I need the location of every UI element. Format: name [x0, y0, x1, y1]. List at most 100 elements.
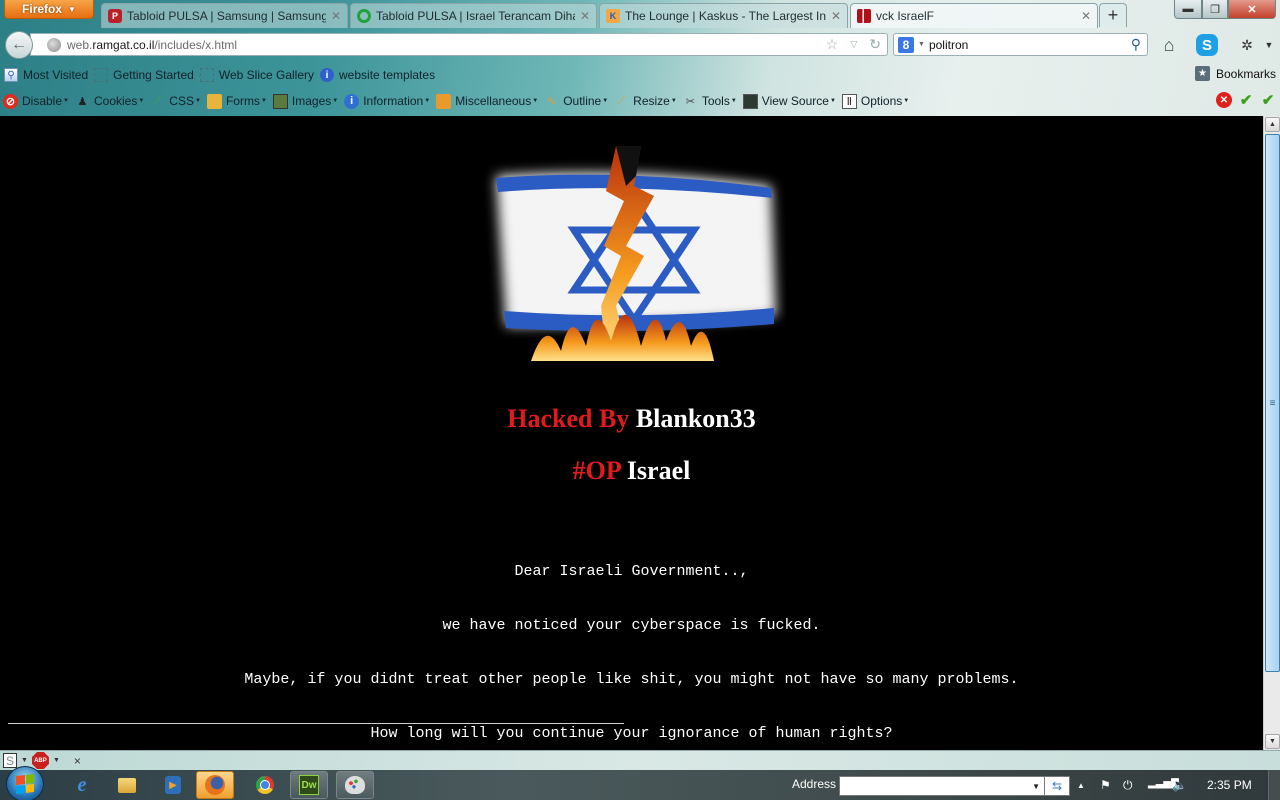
- taskbar-windows-explorer[interactable]: [108, 771, 146, 799]
- dev-menu-label: Information: [363, 94, 424, 108]
- firefox-menu-button[interactable]: Firefox ▼: [4, 0, 94, 19]
- s-addon-icon[interactable]: S: [3, 753, 17, 768]
- taskbar-chrome[interactable]: [246, 771, 284, 799]
- bookmark-most-visited[interactable]: ⚲ Most Visited: [4, 68, 88, 82]
- system-clock[interactable]: 2:35 PM: [1207, 778, 1252, 792]
- dev-menu-outline[interactable]: ✎ Outline ▼: [544, 94, 608, 109]
- scroll-down-button[interactable]: ▼: [1265, 734, 1280, 749]
- tab-tabloid-israel[interactable]: Tabloid PULSA | Israel Terancam Diha... …: [350, 3, 597, 28]
- close-tab-icon[interactable]: ✕: [831, 9, 841, 23]
- dreamweaver-icon: Dw: [299, 775, 319, 795]
- scroll-thumb[interactable]: ≡: [1265, 134, 1280, 672]
- extension-bug-icon[interactable]: ✲: [1236, 34, 1258, 56]
- dev-menu-disable[interactable]: ⊘ Disable ▼: [3, 93, 69, 109]
- engine-dropdown-icon[interactable]: ▼: [918, 41, 925, 48]
- search-input[interactable]: [928, 37, 1127, 52]
- bookmarks-menu-button[interactable]: ★ Bookmarks: [1194, 66, 1276, 81]
- history-dropdown-icon[interactable]: ▽: [850, 39, 857, 50]
- css-wand-icon: ⟋: [153, 94, 162, 107]
- dev-menu-miscellaneous[interactable]: Miscellaneous ▼: [436, 93, 538, 109]
- bookmark-web-slice-gallery[interactable]: Web Slice Gallery: [199, 68, 314, 82]
- close-tab-icon[interactable]: ✕: [1081, 9, 1091, 23]
- minimize-button[interactable]: ▬: [1174, 0, 1202, 19]
- address-toolbar-field[interactable]: ▼: [839, 776, 1045, 796]
- skype-icon[interactable]: S: [1196, 34, 1218, 56]
- taskbar-paint[interactable]: [336, 771, 374, 799]
- chevron-up-icon: ▲: [1269, 121, 1276, 128]
- chevron-down-icon[interactable]: ▼: [21, 757, 28, 764]
- chevron-down-icon: ▼: [829, 98, 836, 104]
- dev-menu-cookies[interactable]: ♟ Cookies ▼: [75, 94, 145, 109]
- dev-menu-options[interactable]: Ⅱ Options ▼: [841, 93, 909, 109]
- address-input[interactable]: [842, 778, 1022, 794]
- restore-button[interactable]: ❐: [1202, 0, 1228, 19]
- google-icon[interactable]: 8: [898, 36, 914, 53]
- tab-tabloid-samsung[interactable]: P Tabloid PULSA | Samsung | Samsung,... …: [101, 3, 348, 28]
- check-icon[interactable]: ✔: [1260, 92, 1276, 109]
- start-button[interactable]: [6, 766, 44, 800]
- search-bar[interactable]: 8 ▼ ⚲: [893, 33, 1148, 56]
- address-toolbar-label: Address: [792, 777, 837, 791]
- chevron-down-icon[interactable]: ▼: [1032, 782, 1040, 791]
- paint-palette-icon: [345, 776, 365, 794]
- close-tab-icon[interactable]: ✕: [580, 9, 590, 23]
- close-tab-icon[interactable]: ✕: [331, 9, 341, 23]
- dev-menu-label: Miscellaneous: [455, 94, 532, 108]
- dev-menu-view-source[interactable]: View Source ▼: [742, 93, 836, 109]
- site-identity-globe-icon[interactable]: [47, 37, 61, 52]
- reload-icon[interactable]: ↻: [869, 36, 881, 53]
- dev-menu-resize[interactable]: ⟋ Resize ▼: [614, 94, 677, 109]
- address-go-button[interactable]: ⇆: [1045, 776, 1070, 796]
- dev-menu-label: View Source: [761, 94, 829, 108]
- bookmark-getting-started[interactable]: Getting Started: [94, 68, 194, 82]
- chevron-down-icon: ▼: [424, 98, 431, 104]
- taskbar-firefox[interactable]: [196, 771, 234, 799]
- forms-clipboard-icon: [206, 93, 222, 109]
- tab-vck-israel[interactable]: vck IsraelF ✕: [850, 3, 1098, 28]
- grip-icon: ≡: [1269, 397, 1276, 409]
- dev-menu-information[interactable]: i Information ▼: [344, 93, 431, 109]
- cookie-icon: ♟: [77, 95, 88, 108]
- bookmark-label: website templates: [339, 68, 436, 82]
- message-line: How long will you continue your ignoranc…: [370, 725, 893, 742]
- dev-menu-tools[interactable]: ✂ Tools ▼: [683, 94, 737, 109]
- show-desktop-button[interactable]: [1268, 770, 1280, 800]
- dev-menu-css[interactable]: ⟋ CSS ▼: [150, 94, 201, 109]
- vertical-scrollbar[interactable]: ▲ ≡ ▼: [1263, 116, 1280, 750]
- search-icon[interactable]: ⚲: [1131, 36, 1141, 53]
- message-line: Dear Israeli Government..,: [514, 563, 749, 580]
- action-center-flag-icon[interactable]: ⚑: [1100, 778, 1111, 792]
- headline-red: Hacked By: [507, 404, 630, 433]
- show-hidden-icons-button[interactable]: ▲: [1077, 781, 1085, 790]
- power-plug-icon[interactable]: ⏻: [1123, 778, 1133, 793]
- dev-menu-label: Resize: [633, 94, 670, 108]
- adblock-plus-icon[interactable]: ABP: [31, 752, 49, 769]
- close-window-button[interactable]: ✕: [1228, 0, 1276, 19]
- go-arrows-icon: ⇆: [1051, 779, 1063, 793]
- volume-icon[interactable]: 🔈: [1172, 778, 1187, 792]
- chevron-down-icon[interactable]: ▼: [1258, 34, 1280, 56]
- check-icon[interactable]: ✔: [1238, 92, 1254, 109]
- home-icon[interactable]: ⌂: [1158, 34, 1180, 56]
- close-addon-bar-icon[interactable]: ×: [74, 754, 81, 768]
- dev-menu-images[interactable]: Images ▼: [272, 93, 338, 109]
- url-bar[interactable]: web.ramgat.co.il/includes/x.html ☆ ▽ ↻: [30, 33, 888, 56]
- bookmark-website-templates[interactable]: i website templates: [320, 68, 435, 82]
- bookmark-star-icon[interactable]: ☆: [826, 36, 839, 53]
- plus-icon: +: [1107, 5, 1119, 25]
- scroll-up-button[interactable]: ▲: [1265, 117, 1280, 132]
- chevron-down-icon: ▼: [1269, 738, 1276, 745]
- taskbar-internet-explorer[interactable]: e: [63, 771, 101, 799]
- windows-taskbar: e ▶ Dw Address ▼ ⇆ ▲ ⚑ ⏻ ▂▃▅▇ 🔈 2:35 PM: [0, 766, 1280, 800]
- taskbar-dreamweaver[interactable]: Dw: [290, 771, 328, 799]
- tab-kaskus-lounge[interactable]: K The Lounge | Kaskus - The Largest In..…: [599, 3, 848, 28]
- validation-status: ✕ ✔ ✔: [1216, 92, 1276, 109]
- dev-menu-forms[interactable]: Forms ▼: [206, 93, 267, 109]
- back-button[interactable]: ←: [5, 31, 33, 59]
- new-tab-button[interactable]: +: [1099, 3, 1127, 27]
- taskbar-media-player[interactable]: ▶: [154, 771, 192, 799]
- error-x-icon[interactable]: ✕: [1216, 92, 1232, 108]
- url-text[interactable]: web.ramgat.co.il/includes/x.html: [67, 38, 820, 52]
- tab-title: Tabloid PULSA | Samsung | Samsung,...: [127, 9, 326, 23]
- chevron-down-icon[interactable]: ▼: [53, 757, 60, 764]
